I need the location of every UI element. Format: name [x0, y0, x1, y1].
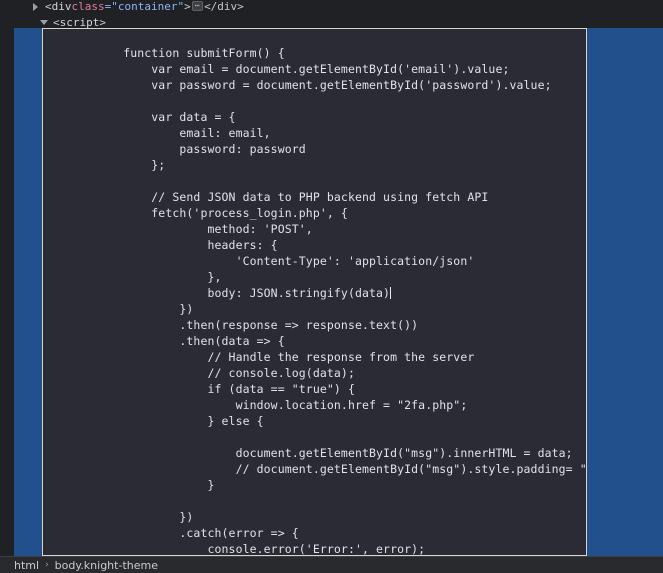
dom-open-bracket: <: [53, 16, 60, 29]
code-line[interactable]: body: JSON.stringify(data): [43, 285, 586, 301]
code-line[interactable]: [43, 493, 586, 509]
devtools-window: < div class = "container" > ⋯ </div> < script > …: [0, 0, 663, 573]
dom-attr-name: class: [71, 0, 105, 13]
script-source-panel[interactable]: function submitForm() { var email = docu…: [42, 28, 587, 556]
status-bar: html › body.knight-theme: [0, 556, 663, 573]
code-line[interactable]: var data = {: [43, 109, 586, 125]
code-line[interactable]: window.location.href = "2fa.php";: [43, 397, 586, 413]
dom-attr-equals: =: [104, 0, 112, 13]
code-line[interactable]: // document.getElementById("msg").style.…: [43, 461, 586, 477]
code-line[interactable]: email: email,: [43, 125, 586, 141]
code-content[interactable]: function submitForm() { var email = docu…: [43, 29, 586, 555]
code-line[interactable]: [43, 429, 586, 445]
code-line[interactable]: fetch('process_login.php', {: [43, 205, 586, 221]
code-line[interactable]: console.error('Error:', error);: [43, 541, 586, 555]
code-line[interactable]: if (data == "true") {: [43, 381, 586, 397]
dom-close-bracket: >: [99, 16, 106, 29]
code-line[interactable]: [43, 93, 586, 109]
expanded-triangle-icon[interactable]: [40, 18, 49, 27]
code-line[interactable]: function submitForm() {: [43, 45, 586, 61]
code-line[interactable]: document.getElementById("msg").innerHTML…: [43, 445, 586, 461]
code-line[interactable]: headers: {: [43, 237, 586, 253]
selection-gutter-region: [14, 28, 42, 556]
dom-attr-value: "container": [111, 0, 185, 13]
code-line[interactable]: 'Content-Type': 'application/json': [43, 253, 586, 269]
code-line[interactable]: password: password: [43, 141, 586, 157]
breadcrumb-separator-icon: ›: [45, 560, 49, 570]
code-line[interactable]: }: [43, 477, 586, 493]
dom-tree-row-script[interactable]: < script >: [0, 16, 663, 29]
code-line[interactable]: .then(response => response.text()): [43, 317, 586, 333]
code-line[interactable]: }): [43, 301, 586, 317]
text-cursor: [390, 287, 392, 299]
code-line[interactable]: var email = document.getElementById('ema…: [43, 61, 586, 77]
code-line[interactable]: }): [43, 509, 586, 525]
code-line[interactable]: // Handle the response from the server: [43, 349, 586, 365]
dom-tree-row-div-container[interactable]: < div class = "container" > ⋯ </div>: [0, 0, 663, 13]
code-line[interactable]: var password = document.getElementById('…: [43, 77, 586, 93]
collapsed-triangle-icon[interactable]: [32, 2, 41, 11]
code-line[interactable]: },: [43, 269, 586, 285]
code-line[interactable]: .catch(error => {: [43, 525, 586, 541]
breadcrumb-item-body[interactable]: body.knight-theme: [55, 559, 158, 572]
collapsed-children-ellipsis-icon[interactable]: ⋯: [191, 0, 204, 11]
dom-closing-tag: </div>: [204, 0, 244, 13]
dom-close-bracket: >: [184, 0, 191, 13]
code-line[interactable]: .then(data => {: [43, 333, 586, 349]
code-line[interactable]: method: 'POST',: [43, 221, 586, 237]
code-line[interactable]: };: [43, 157, 586, 173]
code-line[interactable]: // console.log(data);: [43, 365, 586, 381]
dom-tag-name: script: [59, 16, 100, 29]
code-line[interactable]: // Send JSON data to PHP backend using f…: [43, 189, 586, 205]
dom-tag-name: div: [51, 0, 72, 13]
dom-open-bracket: <: [45, 0, 52, 13]
code-line[interactable]: [43, 173, 586, 189]
breadcrumb-item-html[interactable]: html: [14, 559, 39, 572]
dom-tree: < div class = "container" > ⋯ </div> < script >: [0, 0, 663, 29]
code-line[interactable]: } else {: [43, 413, 586, 429]
